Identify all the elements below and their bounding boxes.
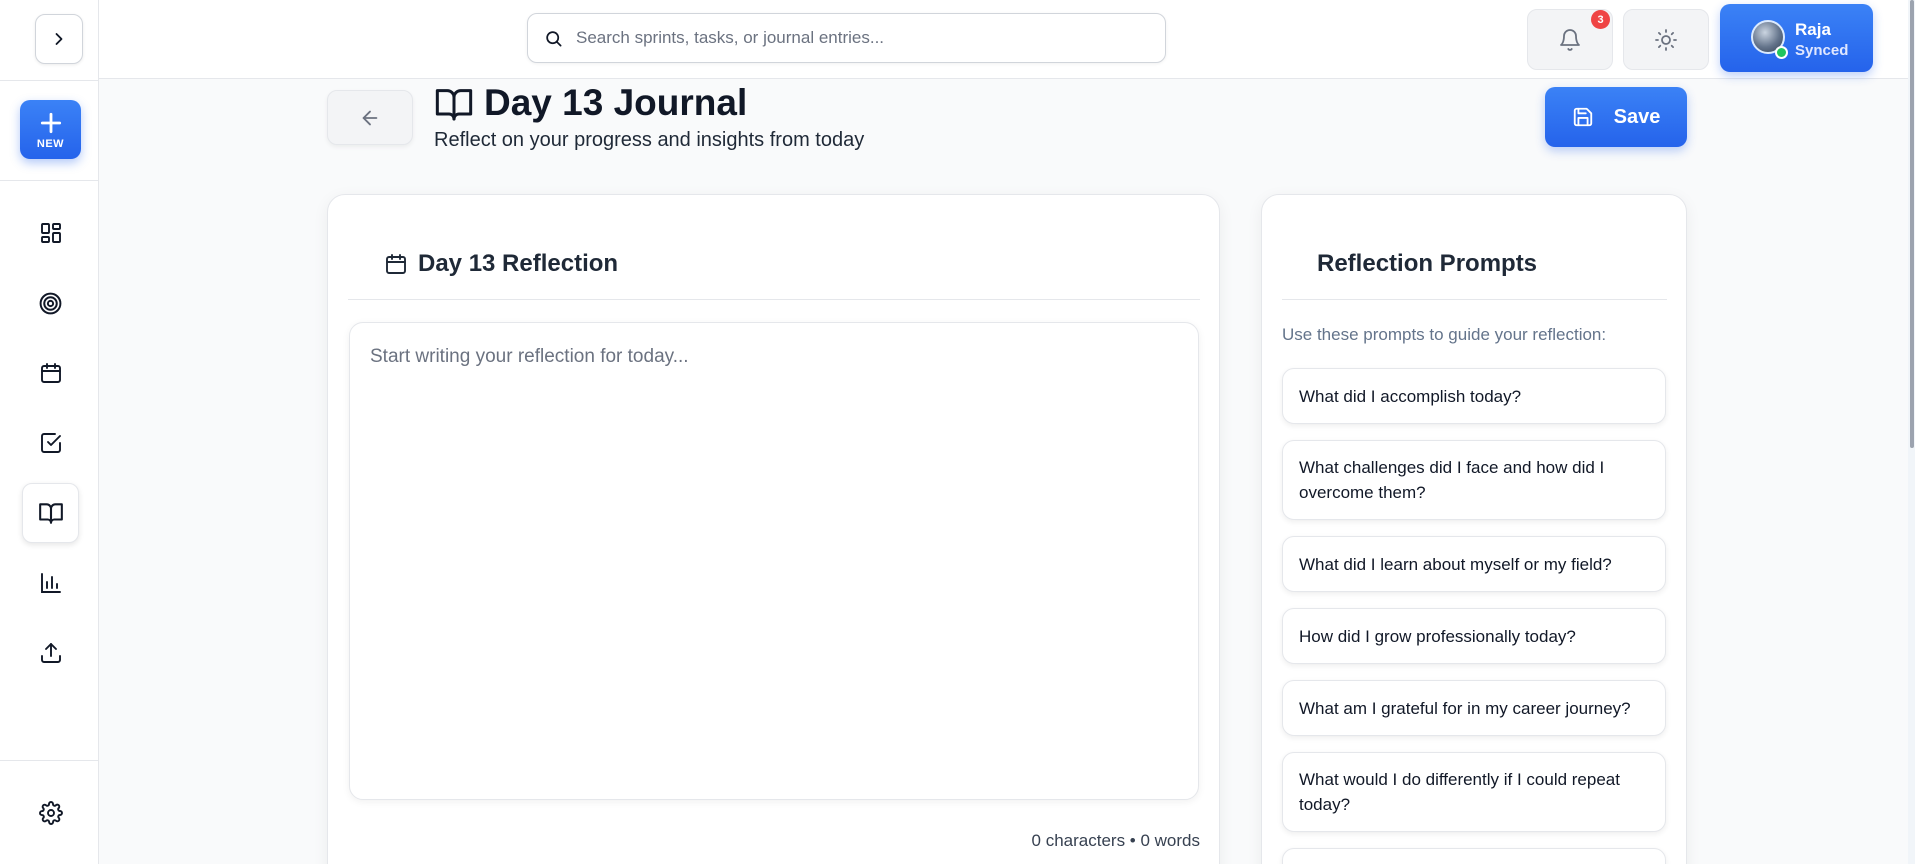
page-subtitle: Reflect on your progress and insights fr… [434,129,865,151]
user-name: Raja [1795,20,1831,39]
card-divider [348,299,1200,300]
reflection-editor-card: Day 13 Reflection 0 characters • 0 words [327,194,1220,864]
sidebar-item-export[interactable] [22,623,79,683]
calendar-icon [386,254,406,274]
prompt-item[interactable]: How did I grow professionally today? [1282,608,1666,664]
prompt-item[interactable]: What challenges did I face and how did I… [1282,440,1666,520]
new-button-label: NEW [36,137,65,150]
prompt-text: How did I grow professionally today? [1299,626,1576,646]
sidebar-item-calendar[interactable] [22,343,79,403]
user-profile-button[interactable]: Raja Synced [1720,4,1873,72]
target-icon [39,292,62,314]
book-open-icon [435,89,473,121]
prompts-hint: Use these prompts to guide your reflecti… [1282,325,1607,344]
page-scrollbar-thumb[interactable] [1910,0,1914,448]
theme-toggle-button[interactable] [1623,9,1709,70]
book-open-icon [38,503,63,524]
prompt-item[interactable]: What did I accomplish today? [1282,368,1666,424]
sidebar-item-journal[interactable] [22,483,79,543]
search-input[interactable] [576,14,1156,62]
upload-icon [40,643,61,663]
sidebar-divider [0,760,99,761]
search-bar[interactable] [527,13,1166,63]
prompt-item[interactable] [1282,848,1666,864]
bell-icon [1560,28,1580,51]
expand-sidebar-button[interactable] [35,14,83,64]
online-status-dot [1775,46,1788,59]
search-icon [546,31,562,47]
sidebar-divider [0,180,99,181]
save-button[interactable]: Save [1545,87,1687,147]
editor-title: Day 13 Reflection [418,250,619,277]
save-icon [1573,107,1592,127]
dashboard-icon [40,223,61,243]
checkbox-icon [40,433,61,453]
bar-chart-icon [40,573,61,593]
prompt-text: What would I do differently if I could r… [1299,770,1620,814]
sidebar-item-tasks[interactable] [22,413,79,473]
reflection-prompts-card: Reflection Prompts Use these prompts to … [1261,194,1687,864]
reflection-editor [349,322,1199,800]
sidebar-item-analytics[interactable] [22,553,79,613]
prompt-text: What did I learn about myself or my fiel… [1299,554,1612,574]
calendar-icon [40,363,61,383]
prompt-text: What challenges did I face and how did I… [1299,458,1605,502]
chevron-right-icon [55,33,63,45]
card-divider [1282,299,1667,300]
sun-icon [1655,28,1677,51]
prompt-item[interactable]: What am I grateful for in my career jour… [1282,680,1666,736]
sidebar-item-settings[interactable] [22,783,79,843]
sidebar-divider [0,80,99,81]
save-button-label: Save [1613,105,1661,128]
prompt-text: What did I accomplish today? [1299,386,1522,406]
sync-status: Synced [1795,42,1849,59]
sidebar-item-goals[interactable] [22,273,79,333]
sidebar-item-dashboard[interactable] [22,203,79,263]
plus-icon [40,112,61,133]
arrow-left-icon [362,110,378,125]
gear-icon [38,801,63,825]
prompts-title: Reflection Prompts [1317,250,1538,277]
character-word-counter: 0 characters • 0 words [1031,831,1200,850]
back-button[interactable] [327,90,413,145]
sidebar: NEW [0,0,99,864]
prompt-item[interactable]: What did I learn about myself or my fiel… [1282,536,1666,592]
notification-count-badge: 3 [1591,10,1610,29]
new-button[interactable]: NEW [20,100,81,159]
reflection-textarea[interactable] [350,323,1198,799]
page-title: Day 13 Journal [484,82,748,123]
prompt-text: What am I grateful for in my career jour… [1299,698,1631,718]
prompt-item[interactable]: What would I do differently if I could r… [1282,752,1666,832]
